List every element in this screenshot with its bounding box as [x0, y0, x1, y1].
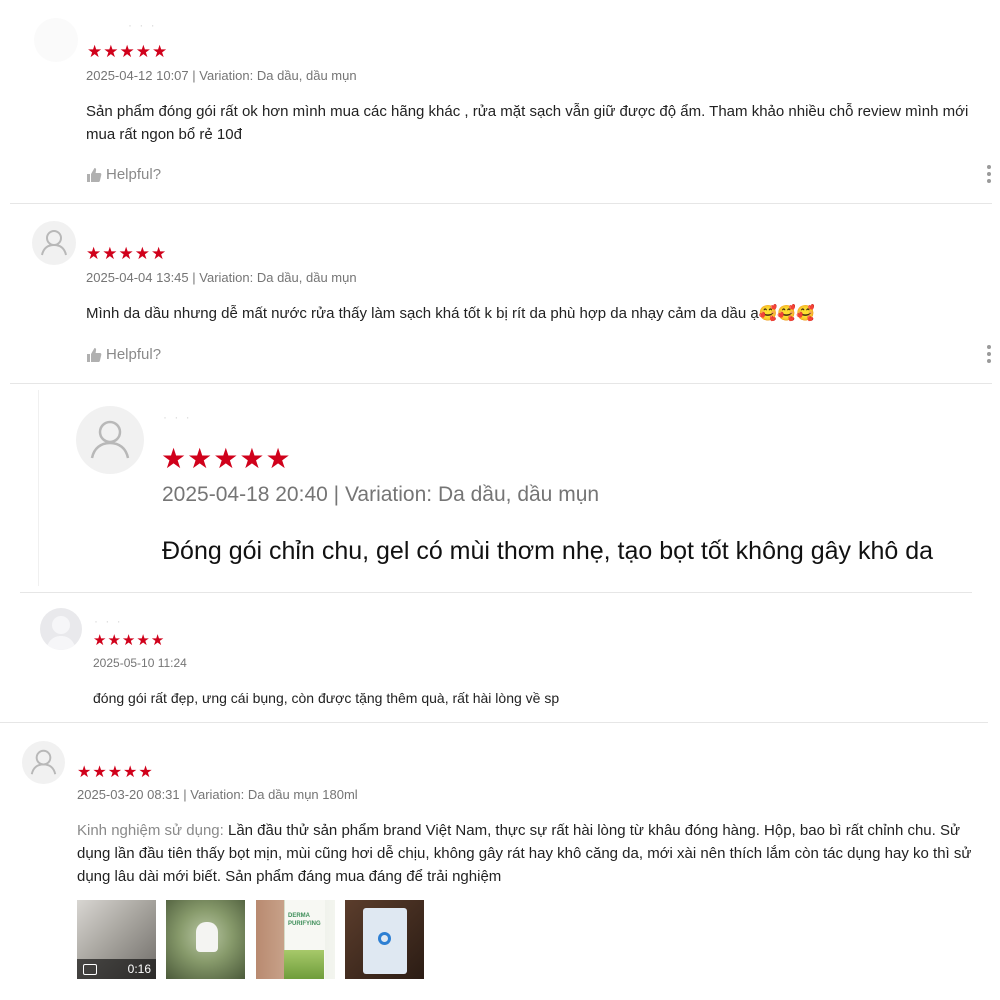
star-icon: ★: [102, 244, 118, 263]
review-meta: 2025-04-04 13:45 | Variation: Da dầu, dầ…: [86, 270, 357, 285]
star-icon: ★: [86, 244, 102, 263]
review-meta: 2025-04-12 10:07 | Variation: Da dầu, dầ…: [86, 68, 357, 83]
more-vertical-icon[interactable]: [987, 165, 991, 183]
rating-stars: ★ ★ ★ ★ ★: [93, 631, 164, 649]
star-icon: ★: [135, 42, 151, 61]
reviewer-avatar[interactable]: [40, 608, 82, 650]
reviewer-avatar[interactable]: [34, 18, 78, 62]
rating-stars: ★ ★ ★ ★ ★: [86, 244, 166, 264]
review-photo-thumbnail[interactable]: [166, 900, 245, 979]
review-photo-thumbnail[interactable]: DERMA PURIFYING: [256, 900, 335, 979]
rating-stars: ★ ★ ★ ★ ★: [87, 42, 167, 62]
review-text: đóng gói rất đẹp, ưng cái bụng, còn được…: [93, 690, 560, 706]
star-icon: ★: [123, 764, 138, 781]
review-date: 2025-03-20 08:31: [77, 787, 180, 802]
helpful-button[interactable]: Helpful?: [86, 346, 161, 363]
star-icon: ★: [187, 443, 213, 474]
user-avatar-icon: [90, 420, 130, 459]
star-icon: ★: [103, 42, 119, 61]
review-date: 2025-04-12 10:07: [86, 68, 189, 83]
thumb-up-icon: [87, 167, 102, 182]
review-text-label: Kinh nghiệm sử dụng:: [77, 822, 224, 839]
review-text: Sản phẩm đóng gói rất ok hơn mình mua cá…: [86, 103, 969, 143]
review-card-1: · · · ★ ★ ★ ★ ★ 2025-04-12 10:07 | Variation…: [10, 0, 992, 202]
review-variation: | Variation: Da dầu, dầu mụn: [333, 483, 600, 506]
divider: [0, 722, 988, 723]
review-card-3: · · · ★ ★ ★ ★ ★ 2025-04-18 20:40 | Variation…: [38, 390, 991, 586]
review-date: 2025-04-04 13:45: [86, 270, 189, 285]
user-avatar-icon: [30, 749, 57, 775]
star-icon: ★: [107, 632, 121, 649]
reviewer-username[interactable]: · · ·: [128, 18, 157, 32]
review-variation: | Variation: Da dầu, dầu mụn: [192, 270, 357, 285]
divider: [10, 383, 992, 384]
review-date: 2025-04-18 20:40: [162, 483, 328, 506]
reviewer-avatar[interactable]: [22, 741, 65, 784]
star-icon: ★: [136, 632, 150, 649]
reviewer-username[interactable]: · · ·: [163, 410, 192, 424]
review-text: Đóng gói chỉn chu, gel có mùi thơm nhẹ, …: [162, 537, 934, 565]
review-meta: 2025-03-20 08:31 | Variation: Da dầu mụn…: [77, 787, 358, 802]
star-icon: ★: [107, 764, 123, 781]
pump-bottle-shape: [196, 922, 218, 952]
review-text: Mình da dầu nhưng dễ mất nước rửa thấy l…: [86, 305, 815, 322]
reviewer-avatar[interactable]: [76, 406, 144, 474]
star-icon: ★: [77, 764, 92, 781]
phone-screen-shape: [363, 908, 407, 974]
review-variation: | Variation: Da dầu mụn 180ml: [183, 787, 358, 802]
star-icon: ★: [92, 764, 107, 781]
review-photo-thumbnail[interactable]: [345, 900, 424, 979]
review-text: Kinh nghiệm sử dụng: Lần đầu thử sản phẩ…: [77, 819, 992, 888]
video-duration: 0:16: [127, 962, 151, 976]
star-icon: ★: [138, 764, 153, 781]
star-icon: ★: [118, 244, 134, 263]
user-avatar-icon: [46, 616, 76, 650]
star-icon: ★: [134, 244, 150, 263]
star-icon: ★: [152, 42, 168, 61]
star-icon: ★: [265, 443, 291, 474]
review-date: 2025-05-10 11:24: [93, 656, 187, 670]
review-variation: | Variation: Da dầu, dầu mụn: [192, 68, 357, 83]
review-meta: 2025-04-18 20:40 | Variation: Da dầu, dầ…: [162, 483, 599, 507]
reviewer-username[interactable]: · · ·: [94, 614, 123, 628]
review-card-4: · · · ★ ★ ★ ★ ★ 2025-05-10 11:24 đóng gói rấ…: [20, 596, 988, 720]
more-vertical-icon[interactable]: [987, 345, 991, 363]
star-icon: ★: [161, 443, 187, 474]
star-icon: ★: [151, 244, 167, 263]
star-icon: ★: [150, 632, 165, 649]
video-camera-icon: [83, 964, 97, 975]
star-icon: ★: [93, 632, 107, 649]
review-card-2: ★ ★ ★ ★ ★ 2025-04-04 13:45 | Variation: Da d…: [10, 204, 992, 382]
helpful-button[interactable]: Helpful?: [86, 166, 161, 183]
app-logo-icon: [378, 932, 391, 945]
review-meta: 2025-05-10 11:24: [93, 656, 187, 670]
helpful-label: Helpful?: [106, 346, 162, 363]
star-icon: ★: [121, 632, 136, 649]
review-card-5: ★ ★ ★ ★ ★ 2025-03-20 08:31 | Variation: Da d…: [0, 726, 1000, 1000]
thumb-up-icon: [87, 347, 102, 362]
review-video-thumbnail[interactable]: 0:16: [77, 900, 156, 979]
star-icon: ★: [239, 443, 265, 474]
product-box-label: DERMA PURIFYING: [288, 913, 321, 927]
user-avatar-icon: [41, 230, 67, 256]
helpful-label: Helpful?: [106, 166, 162, 183]
product-box-stripe: [284, 950, 324, 979]
star-icon: ★: [119, 42, 135, 61]
reviewer-avatar[interactable]: [32, 221, 76, 265]
rating-stars: ★ ★ ★ ★ ★: [161, 442, 291, 475]
star-icon: ★: [87, 42, 103, 61]
star-icon: ★: [213, 443, 239, 474]
rating-stars: ★ ★ ★ ★ ★: [77, 762, 153, 782]
divider: [20, 592, 972, 593]
